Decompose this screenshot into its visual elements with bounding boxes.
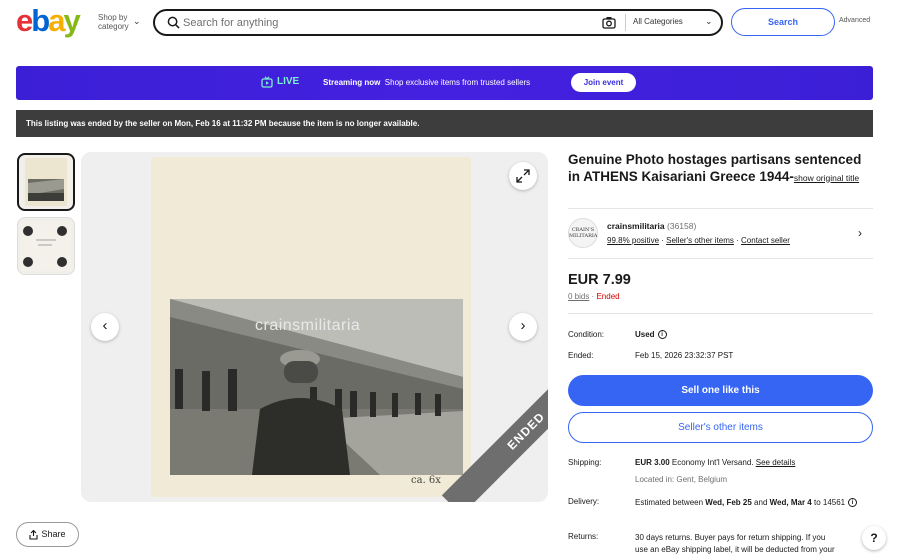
shipping-value: EUR 3.00 Economy Int'l Versand. See deta… — [635, 458, 796, 467]
main-image-viewer[interactable]: crainsmilitaria ca. 6x ENDED ‹ › — [81, 152, 548, 502]
bids-link[interactable]: 0 bids — [568, 292, 589, 301]
live-icon — [261, 76, 273, 88]
returns-label: Returns: — [568, 532, 599, 541]
expand-image-button[interactable] — [509, 162, 537, 190]
chevron-right-icon: › — [520, 317, 526, 334]
sell-one-like-this-button[interactable]: Sell one like this — [568, 375, 873, 406]
chevron-right-icon[interactable]: › — [858, 226, 862, 240]
listing-ended-notice: This listing was ended by the seller on … — [16, 110, 873, 137]
search-button[interactable]: Search — [731, 8, 835, 36]
seller-other-items-link[interactable]: Seller's other items — [666, 236, 734, 245]
ended-label: Ended: — [568, 351, 594, 360]
item-location: Located in: Gent, Belgium — [635, 475, 728, 484]
search-icon — [167, 16, 180, 29]
thumbnail-2[interactable] — [17, 217, 75, 275]
item-price: EUR 7.99 — [568, 272, 631, 288]
delivery-value: Estimated between Wed, Feb 25 and Wed, M… — [635, 497, 875, 509]
seller-links: 99.8% positive · Seller's other items · … — [607, 236, 790, 245]
share-icon — [29, 529, 39, 540]
category-select[interactable]: All Categories — [633, 17, 683, 26]
divider — [568, 258, 873, 259]
bids-status: 0 bids · Ended — [568, 292, 620, 301]
live-label: LIVE — [277, 76, 300, 87]
share-button[interactable]: Share — [16, 522, 79, 547]
category-divider — [625, 14, 626, 31]
previous-image-button[interactable]: ‹ — [91, 313, 119, 341]
next-image-button[interactable]: › — [509, 313, 537, 341]
thumbnail-1[interactable] — [17, 153, 75, 211]
see-details-link[interactable]: See details — [756, 458, 796, 467]
search-bar: All Categories ⌄ — [153, 9, 723, 36]
shop-by-category-button[interactable]: Shop by category — [98, 13, 138, 31]
info-icon[interactable]: i — [657, 330, 667, 340]
camera-icon[interactable] — [602, 16, 616, 29]
advanced-search-link[interactable]: Advanced — [839, 17, 870, 24]
chevron-down-icon: ⌄ — [705, 16, 713, 26]
thumbnail-back-image — [21, 221, 71, 271]
watermark-text: crainsmilitaria — [255, 317, 361, 334]
listing-title: Genuine Photo hostages partisans sentenc… — [568, 152, 862, 184]
thumbnail-photo-image — [25, 158, 67, 206]
delivery-label: Delivery: — [568, 497, 600, 506]
join-event-button[interactable]: Join event — [571, 73, 636, 92]
condition-label: Condition: — [568, 330, 605, 339]
seller-positive-link[interactable]: 99.8% positive — [607, 236, 659, 245]
item-photo: crainsmilitaria ca. 6x — [151, 157, 471, 497]
shipping-label: Shipping: — [568, 458, 602, 467]
seller-feedback-count: (36158) — [667, 221, 697, 231]
returns-value: 30 days returns. Buyer pays for return s… — [635, 533, 835, 554]
listing-status: Ended — [596, 292, 620, 301]
live-banner[interactable]: LIVE Streaming now Shop exclusive items … — [16, 66, 873, 100]
seller-logo[interactable]: CRAIN'S MILITARIA — [568, 218, 598, 248]
ended-value: Feb 15, 2026 23:32:37 PST — [635, 351, 734, 360]
chevron-down-icon: ⌄ — [133, 16, 141, 26]
divider — [568, 313, 873, 314]
divider — [568, 208, 873, 209]
search-input[interactable] — [183, 14, 583, 32]
info-icon[interactable]: i — [848, 498, 858, 508]
photo-caption: ca. 6x — [411, 475, 441, 486]
seller-name[interactable]: crainsmilitaria (36158) — [607, 221, 696, 231]
show-original-title-link[interactable]: show original title — [794, 173, 859, 183]
condition-value: Used i — [635, 330, 667, 340]
sellers-other-items-button[interactable]: Seller's other items — [568, 412, 873, 443]
help-button[interactable]: ? — [862, 526, 886, 550]
live-text: Streaming now Shop exclusive items from … — [323, 78, 531, 87]
ebay-logo[interactable]: ebay — [16, 2, 81, 40]
chevron-left-icon: ‹ — [102, 317, 108, 334]
contact-seller-link[interactable]: Contact seller — [741, 236, 790, 245]
expand-icon — [516, 169, 530, 183]
